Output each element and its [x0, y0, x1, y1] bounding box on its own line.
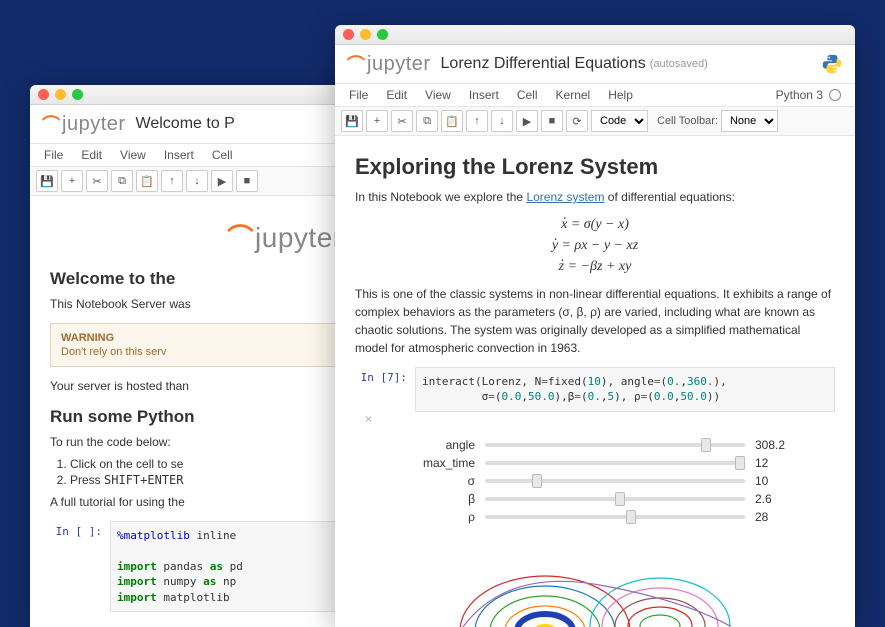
equation-3: z = −βz + xy — [355, 256, 835, 277]
jupyter-icon: ⌒ — [227, 223, 251, 253]
cut-button[interactable]: ✂ — [86, 170, 108, 192]
description-paragraph: This is one of the classic systems in no… — [355, 285, 835, 357]
add-cell-button[interactable]: + — [366, 110, 388, 132]
slider-label: σ — [405, 474, 475, 488]
slider-σ[interactable] — [485, 479, 745, 483]
menu-insert[interactable]: Insert — [164, 148, 194, 162]
minimize-button[interactable] — [55, 89, 66, 100]
jupyter-logo: ⌒ jupyter — [42, 111, 126, 137]
jupyter-wordmark: jupyter — [255, 222, 343, 253]
cut-button[interactable]: ✂ — [391, 110, 413, 132]
run-button[interactable]: ▶ — [516, 110, 538, 132]
slider-label: max_time — [405, 456, 475, 470]
move-down-button[interactable]: ↓ — [491, 110, 513, 132]
menu-cell[interactable]: Cell — [517, 88, 538, 102]
kernel-status-icon — [829, 89, 841, 101]
slider-ρ[interactable] — [485, 515, 745, 519]
code-cell[interactable]: In [7]: interact(Lorenz, N=fixed(10), an… — [355, 367, 835, 412]
menu-view[interactable]: View — [120, 148, 146, 162]
slider-label: ρ — [405, 510, 475, 524]
in-prompt: In [7]: — [355, 367, 415, 412]
equations: x = σ(y − x) y = ρx − y − xz z = −βz + x… — [355, 214, 835, 277]
menu-edit[interactable]: Edit — [81, 148, 102, 162]
code-block[interactable]: interact(Lorenz, N=fixed(10), angle=(0.,… — [415, 367, 835, 412]
lorenz-link[interactable]: Lorenz system — [526, 190, 604, 204]
page-title: Exploring the Lorenz System — [355, 154, 835, 180]
cell-toolbar-label: Cell Toolbar: — [657, 115, 718, 127]
slider-row-ρ: ρ 28 — [405, 510, 835, 524]
slider-row-angle: angle 308.2 — [405, 438, 835, 452]
move-down-button[interactable]: ↓ — [186, 170, 208, 192]
save-button[interactable]: 💾 — [341, 110, 363, 132]
notebook-title[interactable]: Lorenz Differential Equations — [441, 55, 646, 73]
menu-view[interactable]: View — [425, 88, 451, 102]
window-lorenz: ⌒ jupyter Lorenz Differential Equations … — [335, 25, 855, 627]
slider-value: 10 — [755, 474, 795, 488]
move-up-button[interactable]: ↑ — [466, 110, 488, 132]
add-cell-button[interactable]: + — [61, 170, 83, 192]
in-prompt: In [ ]: — [50, 521, 110, 612]
close-button[interactable] — [343, 29, 354, 40]
jupyter-icon: ⌒ — [347, 51, 363, 77]
python-icon — [821, 53, 843, 75]
move-up-button[interactable]: ↑ — [161, 170, 183, 192]
menu-help[interactable]: Help — [608, 88, 633, 102]
close-button[interactable] — [38, 89, 49, 100]
minimize-button[interactable] — [360, 29, 371, 40]
menu-edit[interactable]: Edit — [386, 88, 407, 102]
menu-file[interactable]: File — [44, 148, 63, 162]
notebook-title[interactable]: Welcome to P — [136, 115, 235, 133]
notebook-header: ⌒ jupyter Lorenz Differential Equations … — [335, 45, 855, 84]
cell-toolbar-select[interactable]: None — [721, 110, 778, 132]
intro-paragraph: In this Notebook we explore the Lorenz s… — [355, 188, 835, 206]
slider-max_time[interactable] — [485, 461, 745, 465]
widget-close-icon[interactable]: × — [365, 412, 835, 426]
jupyter-wordmark: jupyter — [62, 113, 126, 136]
slider-label: angle — [405, 438, 475, 452]
cell-type-select[interactable]: Code — [591, 110, 648, 132]
kernel-indicator: Python 3 — [776, 88, 841, 102]
slider-label: β — [405, 492, 475, 506]
slider-row-σ: σ 10 — [405, 474, 835, 488]
titlebar — [335, 25, 855, 45]
slider-value: 28 — [755, 510, 795, 524]
toolbar: 💾 + ✂ ⧉ 📋 ↑ ↓ ▶ ■ ⟳ Code Cell Toolbar: N… — [335, 107, 855, 136]
sliders-panel: angle 308.2 max_time 12 σ 10 β 2.6 ρ 28 — [355, 426, 835, 536]
slider-value: 12 — [755, 456, 795, 470]
paste-button[interactable]: 📋 — [441, 110, 463, 132]
menubar: File Edit View Insert Cell Kernel Help P… — [335, 84, 855, 107]
jupyter-icon: ⌒ — [42, 111, 58, 137]
menu-file[interactable]: File — [349, 88, 368, 102]
autosave-status: (autosaved) — [650, 58, 708, 70]
equation-1: x = σ(y − x) — [355, 214, 835, 235]
copy-button[interactable]: ⧉ — [111, 170, 133, 192]
slider-value: 308.2 — [755, 438, 795, 452]
paste-button[interactable]: 📋 — [136, 170, 158, 192]
jupyter-wordmark: jupyter — [367, 53, 431, 76]
kernel-name: Python 3 — [776, 88, 823, 102]
menu-kernel[interactable]: Kernel — [556, 88, 591, 102]
stop-button[interactable]: ■ — [541, 110, 563, 132]
jupyter-logo: ⌒ jupyter — [347, 51, 431, 77]
stop-button[interactable]: ■ — [236, 170, 258, 192]
run-button[interactable]: ▶ — [211, 170, 233, 192]
lorenz-plot — [355, 546, 835, 627]
slider-value: 2.6 — [755, 492, 795, 506]
save-button[interactable]: 💾 — [36, 170, 58, 192]
slider-row-β: β 2.6 — [405, 492, 835, 506]
content-area: Exploring the Lorenz System In this Note… — [335, 136, 855, 627]
restart-button[interactable]: ⟳ — [566, 110, 588, 132]
zoom-button[interactable] — [72, 89, 83, 100]
menu-insert[interactable]: Insert — [469, 88, 499, 102]
copy-button[interactable]: ⧉ — [416, 110, 438, 132]
slider-β[interactable] — [485, 497, 745, 501]
equation-2: y = ρx − y − xz — [355, 235, 835, 256]
zoom-button[interactable] — [377, 29, 388, 40]
slider-row-max_time: max_time 12 — [405, 456, 835, 470]
menu-cell[interactable]: Cell — [212, 148, 233, 162]
slider-angle[interactable] — [485, 443, 745, 447]
